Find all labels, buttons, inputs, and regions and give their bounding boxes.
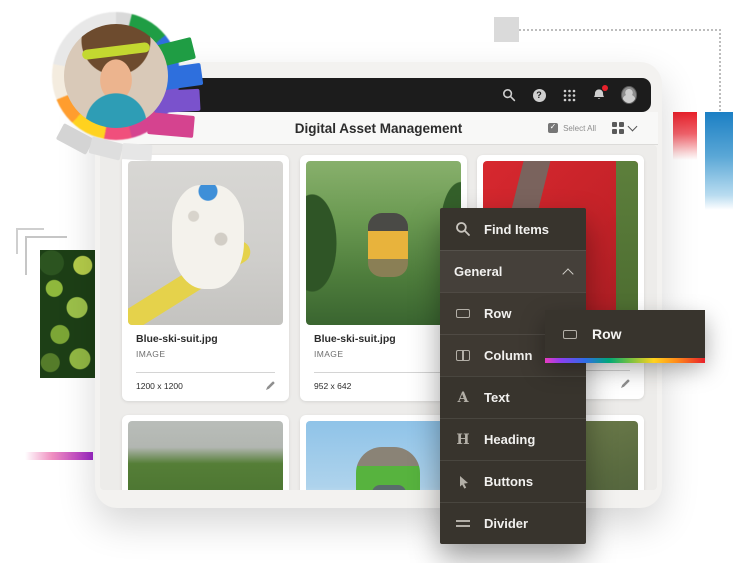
- color-swatch-gray: [88, 136, 123, 160]
- scene: ? Digital Asset Management: [0, 0, 750, 563]
- menu-item-label: Text: [484, 390, 510, 405]
- asset-filename: Blue-ski-suit.jpg: [314, 333, 453, 345]
- asset-type-label: IMAGE: [136, 349, 275, 359]
- color-swatch-magenta: [147, 112, 195, 138]
- grid-view-icon: [612, 122, 624, 134]
- select-all-label: Select All: [563, 124, 596, 133]
- chevron-up-icon: [562, 268, 573, 279]
- asset-thumbnail-ski-suit: [128, 161, 283, 325]
- asset-thumbnail-hiker-valley: [306, 161, 461, 325]
- row-icon: [454, 309, 472, 318]
- decor-magenta-gradient-bar: [25, 452, 93, 460]
- accent-gradient-bar: [545, 358, 705, 363]
- search-icon: [454, 221, 472, 237]
- menu-item-buttons[interactable]: Buttons: [440, 460, 586, 502]
- edit-pencil-icon[interactable]: [265, 381, 275, 391]
- row-icon: [561, 330, 579, 339]
- row-flyout[interactable]: Row: [545, 310, 705, 358]
- asset-card-1[interactable]: Blue-ski-suit.jpg IMAGE 1200 x 1200: [122, 155, 289, 401]
- menu-item-label: Divider: [484, 516, 528, 531]
- notification-dot: [602, 85, 608, 91]
- notifications-bell-icon[interactable]: [591, 87, 607, 103]
- color-swatch-gray: [121, 143, 152, 161]
- decor-foliage-image: [40, 250, 97, 378]
- user-avatar[interactable]: [621, 87, 637, 103]
- apps-grid-icon[interactable]: [561, 87, 577, 103]
- menu-item-label: Column: [484, 348, 532, 363]
- divider-icon: [454, 520, 472, 527]
- cursor-icon: [454, 475, 472, 489]
- asset-card-4[interactable]: [122, 415, 289, 490]
- asset-filename: Blue-ski-suit.jpg: [136, 333, 275, 345]
- heading-icon: H: [454, 433, 472, 447]
- menu-item-label: Buttons: [484, 474, 533, 489]
- chevron-down-icon: [628, 122, 638, 132]
- help-icon[interactable]: ?: [531, 87, 547, 103]
- menu-item-general[interactable]: General: [440, 250, 586, 292]
- menu-item-text[interactable]: A Text: [440, 376, 586, 418]
- asset-type-label: IMAGE: [314, 349, 453, 359]
- column-icon: [454, 350, 472, 361]
- menu-item-label: Find Items: [484, 222, 549, 237]
- menu-item-heading[interactable]: H Heading: [440, 418, 586, 460]
- help-glyph: ?: [533, 89, 546, 102]
- menu-item-divider[interactable]: Divider: [440, 502, 586, 544]
- menu-item-find-items[interactable]: Find Items: [440, 208, 586, 250]
- view-options-button[interactable]: [612, 122, 636, 134]
- asset-dimensions: 952 x 642: [314, 381, 351, 391]
- decor-blue-gradient-bar: [705, 112, 733, 210]
- decor-red-gradient-bar: [673, 112, 697, 160]
- asset-dimensions: 1200 x 1200: [136, 381, 183, 391]
- menu-item-label: General: [454, 264, 502, 279]
- text-icon: A: [454, 391, 472, 405]
- edit-pencil-icon[interactable]: [620, 379, 630, 389]
- persona-avatar-group: [28, 2, 228, 172]
- components-menu: Find Items General Row Column A Text H H…: [440, 208, 586, 544]
- checkbox-icon: [548, 123, 558, 133]
- asset-thumbnail-trees-person: [128, 421, 283, 490]
- decor-gray-square: [494, 17, 519, 42]
- flyout-label: Row: [592, 326, 622, 342]
- menu-item-label: Row: [484, 306, 511, 321]
- menu-item-label: Heading: [484, 432, 535, 447]
- search-icon[interactable]: [501, 87, 517, 103]
- asset-thumbnail-green-jacket: [306, 421, 461, 490]
- persona-photo: [64, 24, 168, 128]
- user-avatar-image: [621, 86, 637, 104]
- select-all-button[interactable]: Select All: [548, 123, 596, 133]
